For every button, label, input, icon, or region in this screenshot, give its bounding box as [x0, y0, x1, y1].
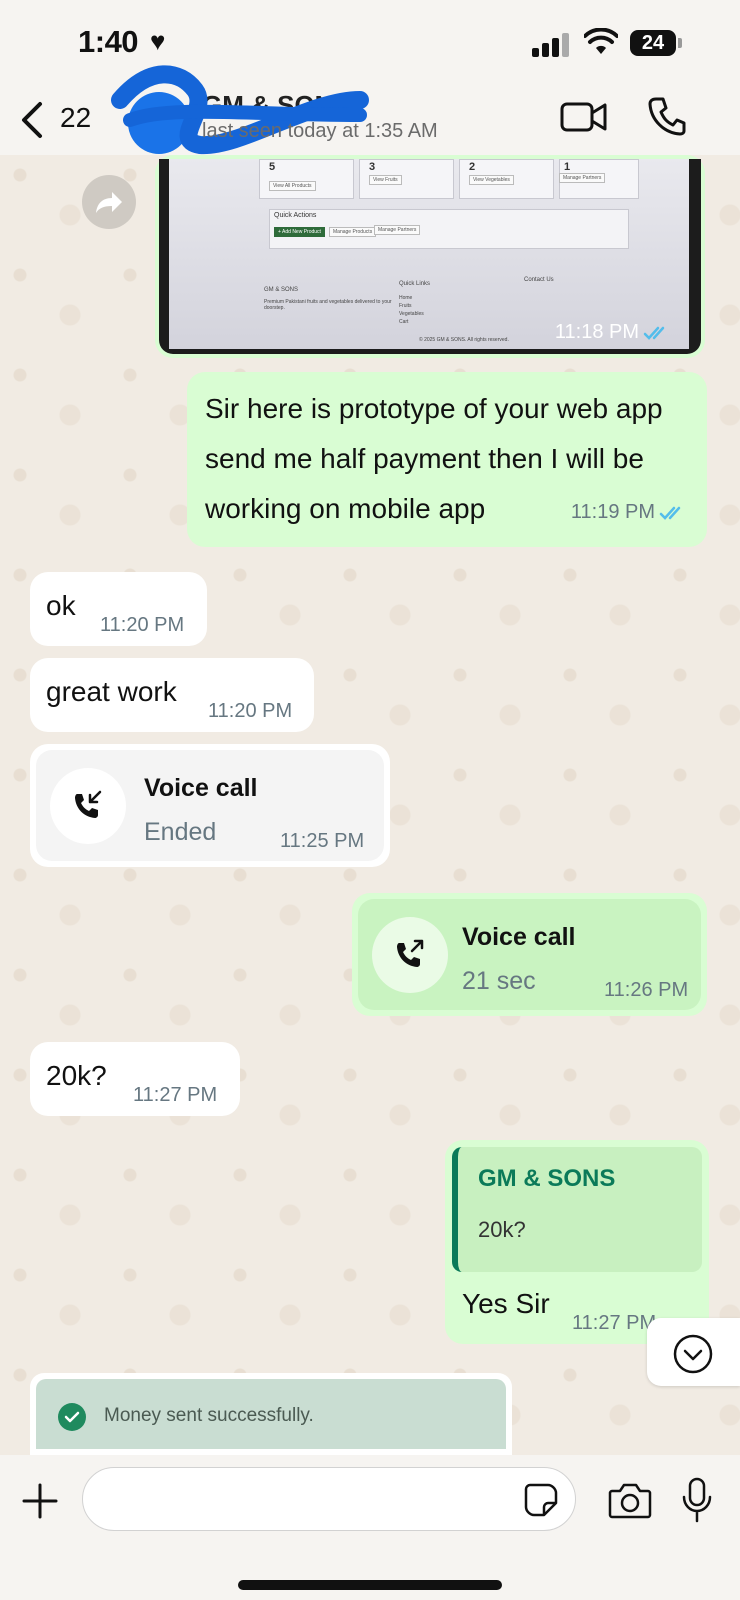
video-camera-icon[interactable] [560, 100, 608, 134]
chevron-down-icon [673, 1334, 713, 1374]
sticker-icon[interactable] [524, 1483, 558, 1517]
composer-bar [0, 1455, 740, 1600]
check-circle-icon [58, 1403, 86, 1431]
voice-call-message[interactable]: Voice call Ended 11:25 PM [30, 744, 390, 867]
chevron-left-icon[interactable] [18, 100, 48, 140]
outgoing-message[interactable]: Sir here is prototype of your web app se… [187, 372, 707, 547]
image-thumbnail[interactable]: 5 3 2 1 View All Products View Fruits Vi… [159, 159, 701, 354]
double-check-icon [643, 326, 665, 340]
voice-call-message[interactable]: Voice call 21 sec 11:26 PM [352, 893, 707, 1016]
wifi-icon [584, 28, 618, 54]
message-text: ok [46, 590, 76, 621]
plus-icon[interactable] [22, 1483, 58, 1519]
message-text: Yes Sir [462, 1288, 550, 1319]
camera-icon[interactable] [608, 1481, 652, 1519]
quoted-sender: GM & SONS [478, 1165, 616, 1192]
chat-header: 22 GM & SONS last seen today at 1:35 AM [0, 65, 740, 155]
call-title: Voice call [462, 923, 576, 951]
last-seen: last seen today at 1:35 AM [202, 120, 438, 142]
home-indicator [238, 1580, 502, 1590]
battery-icon: 24 [630, 30, 682, 56]
forward-button[interactable] [82, 175, 136, 229]
message-time: 11:19 PM [571, 487, 687, 537]
message-input[interactable] [82, 1467, 576, 1531]
call-title: Voice call [144, 774, 258, 802]
message-time: 11:27 PM [572, 1312, 657, 1334]
message-time: 11:20 PM [208, 700, 293, 722]
heart-icon: ♥ [150, 26, 166, 56]
signal-icon [532, 33, 570, 57]
double-check-icon [659, 506, 681, 520]
message-text: great work [46, 676, 177, 707]
payment-notice-text: Money sent successfully. [104, 1405, 314, 1426]
call-status: Ended [144, 818, 217, 846]
status-time: 1:40 [78, 24, 139, 59]
incoming-message[interactable]: ok 11:20 PM [30, 572, 207, 646]
quoted-text: 20k? [478, 1217, 526, 1242]
microphone-icon[interactable] [680, 1477, 714, 1523]
image-message[interactable]: 5 3 2 1 View All Products View Fruits Vi… [155, 155, 705, 358]
scroll-to-bottom-button[interactable] [647, 1318, 740, 1386]
message-time: 11:20 PM [100, 614, 185, 636]
message-time: 11:25 PM [280, 830, 365, 852]
message-time: 11:27 PM [133, 1084, 218, 1106]
forward-icon [96, 192, 122, 213]
payment-notice[interactable]: Money sent successfully. [30, 1373, 512, 1455]
message-time: 11:26 PM [604, 979, 689, 1001]
incoming-call-icon [50, 768, 126, 844]
phone-icon[interactable] [648, 96, 686, 136]
call-duration: 21 sec [462, 967, 536, 995]
quoted-message[interactable]: GM & SONS 20k? [452, 1147, 702, 1272]
incoming-message[interactable]: great work 11:20 PM [30, 658, 314, 732]
outgoing-call-icon [372, 917, 448, 993]
message-time: 11:18 PM [555, 321, 671, 344]
incoming-message[interactable]: 20k? 11:27 PM [30, 1042, 240, 1116]
unread-count[interactable]: 22 [60, 102, 91, 134]
message-text: 20k? [46, 1060, 107, 1091]
